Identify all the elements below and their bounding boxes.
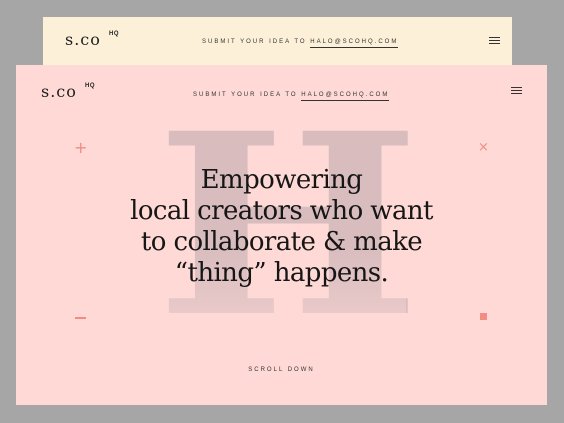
logo-text: s.co — [41, 82, 77, 101]
logo-superscript: HQ — [109, 31, 119, 37]
front-card: s.co HQ SUBMIT YOUR IDEA TO HALO@SCOHQ.C… — [16, 65, 547, 405]
submit-idea-nav: SUBMIT YOUR IDEA TO HALO@SCOHQ.COM — [193, 92, 390, 101]
plus-icon: + — [74, 138, 88, 157]
email-link[interactable]: HALO@SCOHQ.COM — [310, 39, 399, 48]
submit-idea-nav: SUBMIT YOUR IDEA TO HALO@SCOHQ.COM — [202, 39, 399, 48]
headline-line: Empowering — [200, 165, 363, 195]
x-icon: × — [478, 140, 489, 155]
hero-headline: Empowering local creators who want to co… — [16, 165, 547, 289]
hamburger-menu-icon[interactable] — [489, 37, 500, 44]
headline-line: “thing” happens. — [174, 258, 389, 288]
logo-superscript: HQ — [85, 83, 95, 89]
hamburger-menu-icon[interactable] — [511, 87, 522, 94]
minus-icon — [75, 317, 86, 319]
logo[interactable]: s.co HQ — [65, 30, 119, 49]
headline-line: local creators who want — [130, 196, 433, 226]
headline-line: to collaborate & make — [140, 227, 423, 257]
logo-text: s.co — [65, 30, 101, 49]
scroll-down-link[interactable]: SCROLL DOWN — [16, 367, 547, 373]
submit-idea-text: SUBMIT YOUR IDEA TO — [193, 92, 298, 98]
email-link[interactable]: HALO@SCOHQ.COM — [301, 92, 390, 101]
logo[interactable]: s.co HQ — [41, 82, 95, 101]
submit-idea-text: SUBMIT YOUR IDEA TO — [202, 39, 307, 45]
square-icon — [480, 313, 487, 320]
